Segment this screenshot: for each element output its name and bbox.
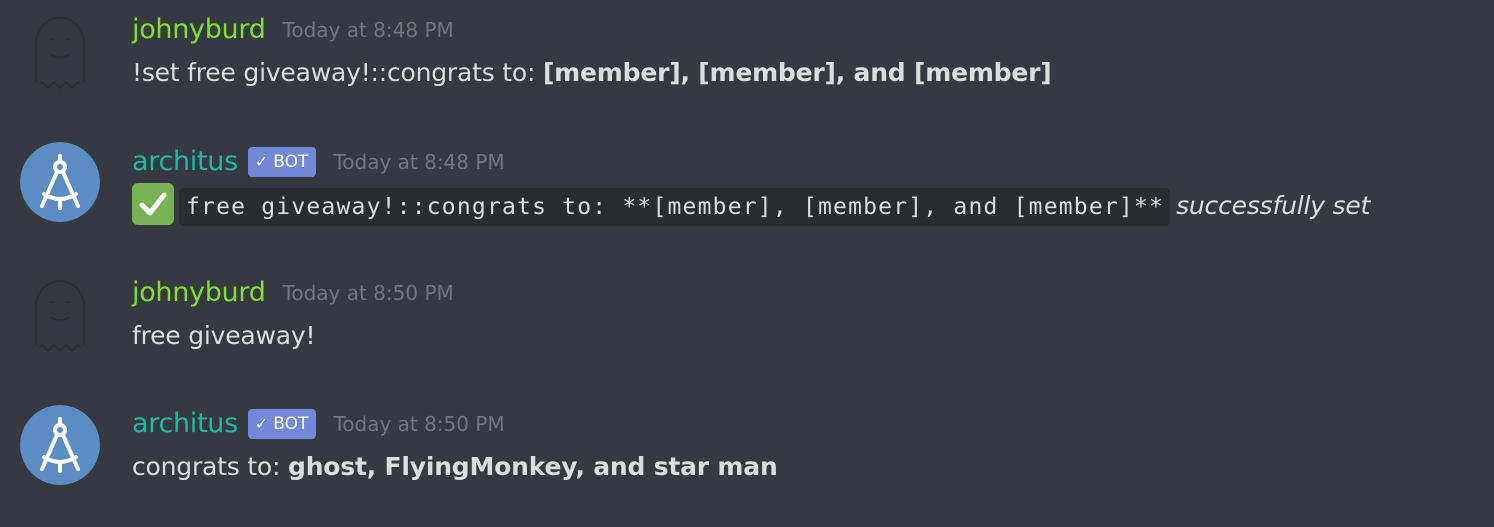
username[interactable]: architus bbox=[132, 142, 238, 182]
bot-tag: ✓ BOT bbox=[247, 409, 317, 439]
message-bold-text: ghost, FlyingMonkey, and star man bbox=[288, 452, 778, 481]
message-text: free giveaway! bbox=[132, 321, 316, 350]
check-icon: ✓ bbox=[254, 414, 269, 433]
message-content: free giveaway!::congrats to: **[member],… bbox=[132, 183, 1371, 228]
message-suffix-text: successfully set bbox=[1176, 191, 1371, 220]
ghost-icon bbox=[35, 17, 85, 90]
bot-avatar[interactable] bbox=[20, 405, 100, 485]
message-text: congrats to: bbox=[132, 452, 288, 481]
timestamp[interactable]: Today at 8:48 PM bbox=[283, 10, 454, 50]
username[interactable]: architus bbox=[132, 404, 238, 444]
user-avatar[interactable] bbox=[20, 273, 100, 353]
white-check-mark-icon[interactable] bbox=[132, 183, 174, 225]
compass-icon bbox=[20, 405, 100, 485]
compass-icon bbox=[20, 142, 100, 222]
timestamp[interactable]: Today at 8:50 PM bbox=[333, 404, 504, 444]
message-header: architus ✓ BOT Today at 8:50 PM bbox=[132, 404, 505, 444]
inline-code: free giveaway!::congrats to: **[member],… bbox=[179, 188, 1171, 226]
bot-tag-label: BOT bbox=[273, 414, 309, 434]
bot-tag-label: BOT bbox=[273, 152, 309, 172]
timestamp[interactable]: Today at 8:48 PM bbox=[333, 142, 504, 182]
username[interactable]: johnyburd bbox=[132, 10, 266, 50]
check-icon: ✓ bbox=[254, 152, 269, 171]
message-content: free giveaway! bbox=[132, 321, 316, 350]
bot-tag: ✓ BOT bbox=[247, 147, 317, 177]
username[interactable]: johnyburd bbox=[132, 273, 266, 313]
ghost-icon bbox=[35, 280, 85, 353]
message-text: !set free giveaway!::congrats to: bbox=[132, 58, 543, 87]
message-content: congrats to: ghost, FlyingMonkey, and st… bbox=[132, 452, 778, 481]
message-header: johnyburd Today at 8:50 PM bbox=[132, 273, 454, 313]
message-header: johnyburd Today at 8:48 PM bbox=[132, 10, 454, 50]
bot-avatar[interactable] bbox=[20, 142, 100, 222]
user-avatar[interactable] bbox=[20, 10, 100, 90]
message-content: !set free giveaway!::congrats to: [membe… bbox=[132, 58, 1052, 87]
message-bold-text: [member], [member], and [member] bbox=[542, 58, 1052, 87]
message-header: architus ✓ BOT Today at 8:48 PM bbox=[132, 142, 505, 182]
timestamp[interactable]: Today at 8:50 PM bbox=[283, 273, 454, 313]
